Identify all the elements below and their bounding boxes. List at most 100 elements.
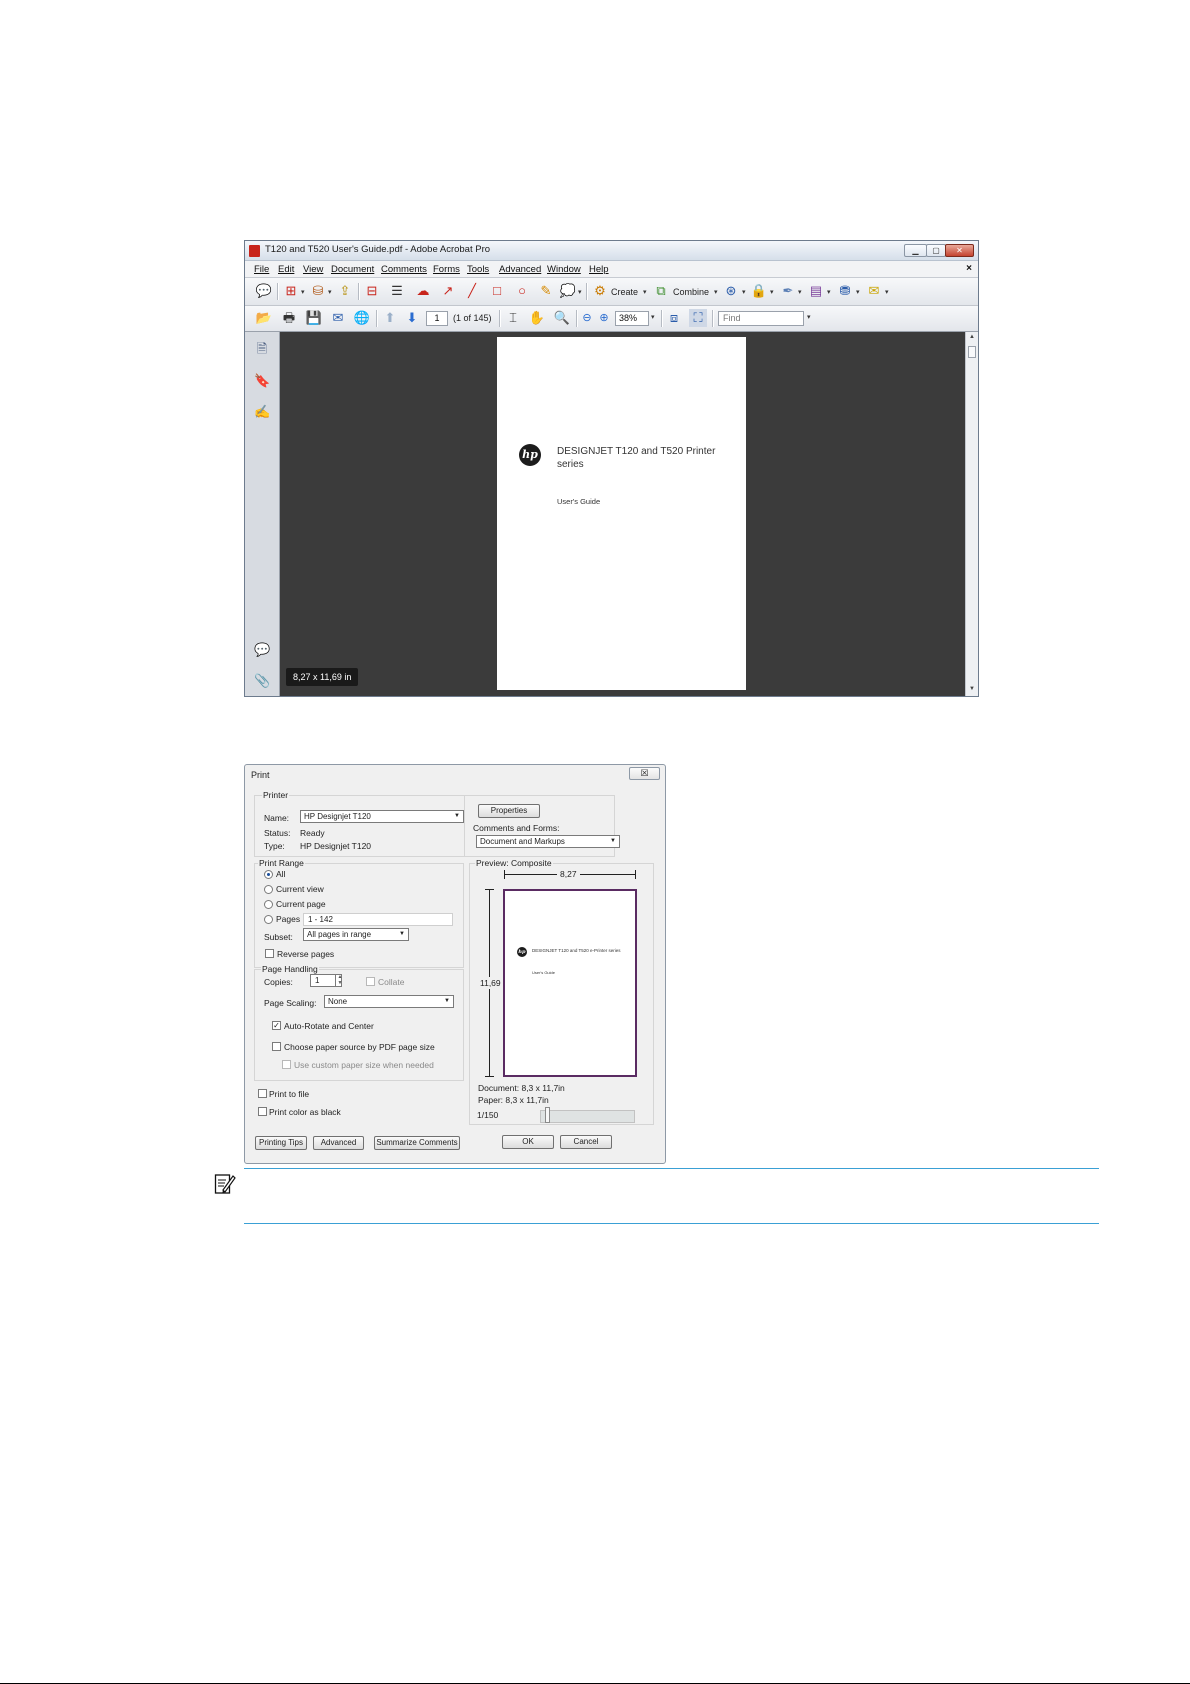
menu-help[interactable]: Help bbox=[589, 264, 609, 275]
chevron-down-icon[interactable]: ▾ bbox=[770, 288, 774, 296]
chevron-down-icon[interactable]: ▾ bbox=[885, 288, 889, 296]
print-to-file-checkbox[interactable] bbox=[258, 1089, 267, 1098]
minimize-icon[interactable]: ▁ bbox=[904, 244, 927, 257]
web-icon[interactable]: 🌐 bbox=[353, 309, 371, 327]
menu-comments[interactable]: Comments bbox=[381, 264, 427, 275]
menu-advanced[interactable]: Advanced bbox=[499, 264, 541, 275]
chevron-down-icon[interactable]: ▾ bbox=[578, 288, 582, 296]
comments-forms-select[interactable]: Document and Markups ▼ bbox=[476, 835, 620, 848]
menu-edit[interactable]: Edit bbox=[278, 264, 294, 275]
chevron-down-icon[interactable]: ▾ bbox=[643, 288, 647, 296]
preview-page-slider[interactable] bbox=[540, 1110, 635, 1123]
auto-rotate-checkbox[interactable]: ✓ bbox=[272, 1021, 281, 1030]
range-all-radio[interactable] bbox=[264, 870, 273, 879]
page-number-input[interactable]: 1 bbox=[426, 311, 448, 326]
ok-button[interactable]: OK bbox=[502, 1135, 554, 1149]
custom-paper-checkbox[interactable] bbox=[282, 1060, 291, 1069]
chevron-down-icon[interactable]: ▾ bbox=[301, 288, 305, 296]
scroll-down-icon[interactable]: ▼ bbox=[969, 686, 975, 692]
vertical-scrollbar[interactable]: ▲ ▼ bbox=[965, 332, 978, 696]
scroll-up-icon[interactable]: ▲ bbox=[969, 334, 975, 340]
attach-file-icon[interactable]: ⇪ bbox=[336, 282, 354, 300]
menu-window[interactable]: Window bbox=[547, 264, 581, 275]
copies-stepper-icon[interactable]: ▲ ▼ bbox=[335, 974, 344, 987]
zoom-out-icon[interactable]: ⊖ bbox=[578, 309, 596, 327]
chevron-down-icon[interactable]: ▾ bbox=[807, 313, 811, 321]
menu-tools[interactable]: Tools bbox=[467, 264, 489, 275]
properties-button[interactable]: Properties bbox=[478, 804, 540, 818]
previous-page-icon[interactable]: ⬆ bbox=[381, 309, 399, 327]
callout-icon[interactable]: ☰ bbox=[388, 282, 406, 300]
oval-icon[interactable]: ○ bbox=[513, 282, 531, 300]
arrow-icon[interactable]: ↗ bbox=[439, 282, 457, 300]
dialog-close-icon[interactable]: ☒ bbox=[629, 767, 660, 780]
preview-slider-thumb[interactable] bbox=[545, 1107, 550, 1123]
find-input[interactable]: Find bbox=[718, 311, 804, 326]
page-scaling-select[interactable]: None ▼ bbox=[324, 995, 454, 1008]
create-pdf-icon[interactable]: ⚙ bbox=[591, 282, 609, 300]
chevron-down-icon[interactable]: ▾ bbox=[856, 288, 860, 296]
maximize-icon[interactable]: ▢ bbox=[926, 244, 946, 257]
zoom-in-icon[interactable]: ⊕ bbox=[595, 309, 613, 327]
pencil-icon[interactable]: ✎ bbox=[537, 282, 555, 300]
chevron-down-icon[interactable]: ▾ bbox=[798, 288, 802, 296]
pages-panel-icon[interactable]: 🗎 bbox=[254, 341, 270, 357]
sticky-note-icon[interactable]: 💬 bbox=[255, 282, 273, 300]
multimedia-icon[interactable]: ⛃ bbox=[836, 282, 854, 300]
chevron-down-icon[interactable]: ▾ bbox=[651, 313, 655, 321]
select-text-icon[interactable]: ⌶ bbox=[504, 309, 522, 327]
create-button[interactable]: Create bbox=[611, 287, 638, 297]
advanced-button[interactable]: Advanced bbox=[313, 1136, 364, 1150]
hand-tool-icon[interactable]: ✋ bbox=[528, 309, 546, 327]
pages-input[interactable]: 1 - 142 bbox=[303, 913, 453, 926]
range-current-page-radio[interactable] bbox=[264, 900, 273, 909]
close-document-icon[interactable]: × bbox=[966, 263, 972, 274]
text-edit-icon[interactable]: ⊞ bbox=[282, 282, 300, 300]
text-box-icon[interactable]: ⊟ bbox=[363, 282, 381, 300]
chevron-down-icon[interactable]: ▾ bbox=[827, 288, 831, 296]
save-icon[interactable]: 💾 bbox=[305, 309, 323, 327]
comments-panel-icon[interactable]: 💬 bbox=[254, 642, 270, 658]
document-page[interactable]: hp DESIGNJET T120 and T520 Printer serie… bbox=[497, 337, 746, 690]
combine-files-icon[interactable]: ⧉ bbox=[652, 282, 670, 300]
review-icon[interactable]: ✉ bbox=[865, 282, 883, 300]
sign-pen-icon[interactable]: ✒ bbox=[779, 282, 797, 300]
chevron-down-icon[interactable]: ▾ bbox=[328, 288, 332, 296]
collaborate-icon[interactable]: ⊛ bbox=[722, 282, 740, 300]
chevron-down-icon[interactable]: ▾ bbox=[742, 288, 746, 296]
range-current-view-radio[interactable] bbox=[264, 885, 273, 894]
print-color-black-checkbox[interactable] bbox=[258, 1107, 267, 1116]
cancel-button[interactable]: Cancel bbox=[560, 1135, 612, 1149]
menu-view[interactable]: View bbox=[303, 264, 323, 275]
combine-button[interactable]: Combine bbox=[673, 287, 709, 297]
next-page-icon[interactable]: ⬇ bbox=[403, 309, 421, 327]
menu-file[interactable]: File bbox=[254, 264, 269, 275]
lock-icon[interactable]: 🔒 bbox=[750, 282, 768, 300]
show-comments-icon[interactable]: 💭 bbox=[559, 282, 577, 300]
print-icon[interactable]: 🖶 bbox=[280, 309, 298, 327]
subset-select[interactable]: All pages in range ▼ bbox=[303, 928, 409, 941]
paper-source-checkbox[interactable] bbox=[272, 1042, 281, 1051]
line-icon[interactable]: ╱ bbox=[463, 282, 481, 300]
zoom-input[interactable]: 38% bbox=[615, 311, 649, 326]
fit-page-icon[interactable]: ⧈ bbox=[665, 309, 683, 327]
fit-width-icon[interactable]: ⛶ bbox=[689, 309, 707, 327]
collate-checkbox[interactable] bbox=[366, 977, 375, 986]
signatures-panel-icon[interactable]: ✍ bbox=[254, 404, 270, 420]
rectangle-icon[interactable]: □ bbox=[488, 282, 506, 300]
menu-document[interactable]: Document bbox=[331, 264, 374, 275]
attachments-panel-icon[interactable]: 📎 bbox=[254, 673, 270, 689]
reverse-pages-checkbox[interactable] bbox=[265, 949, 274, 958]
summarize-comments-button[interactable]: Summarize Comments bbox=[374, 1136, 460, 1150]
email-icon[interactable]: ✉ bbox=[329, 309, 347, 327]
cloud-icon[interactable]: ☁ bbox=[414, 282, 432, 300]
close-icon[interactable]: ✕ bbox=[945, 244, 974, 257]
range-pages-radio[interactable] bbox=[264, 915, 273, 924]
open-folder-icon[interactable]: 📂 bbox=[255, 309, 273, 327]
printing-tips-button[interactable]: Printing Tips bbox=[255, 1136, 307, 1150]
menu-forms[interactable]: Forms bbox=[433, 264, 460, 275]
scroll-thumb[interactable] bbox=[968, 346, 976, 358]
printer-name-select[interactable]: HP Designjet T120 ▼ bbox=[300, 810, 464, 823]
forms-icon[interactable]: ▤ bbox=[807, 282, 825, 300]
chevron-down-icon[interactable]: ▾ bbox=[714, 288, 718, 296]
